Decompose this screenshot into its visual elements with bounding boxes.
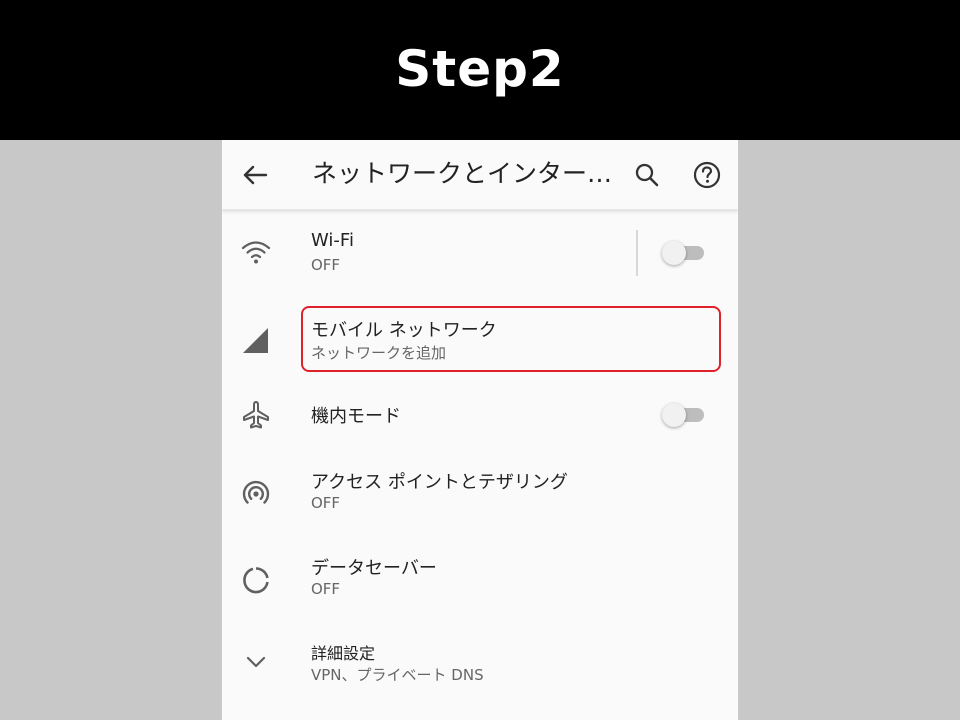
wifi-icon <box>241 241 271 264</box>
data-saver-label: データセーバー <box>311 558 437 579</box>
hotspot-row[interactable]: アクセス ポイントとテザリング OFF <box>222 462 738 528</box>
hotspot-status: OFF <box>311 494 341 512</box>
airplane-mode-row[interactable]: 機内モード <box>222 386 738 442</box>
cellular-signal-icon <box>243 328 268 353</box>
data-saver-icon <box>243 567 269 594</box>
hotspot-label: アクセス ポイントとテザリング <box>311 472 568 493</box>
wifi-divider <box>636 230 638 276</box>
wifi-row[interactable]: Wi-Fi OFF <box>222 220 738 286</box>
wifi-toggle-thumb <box>662 241 686 265</box>
wifi-toggle[interactable] <box>662 241 706 265</box>
help-icon[interactable] <box>692 160 722 190</box>
page-title: ネットワークとインター… <box>312 159 612 188</box>
airplane-toggle-thumb <box>662 403 686 427</box>
data-saver-row[interactable]: データセーバー OFF <box>222 548 738 614</box>
wifi-status: OFF <box>311 256 341 274</box>
app-bar: ネットワークとインター… <box>222 140 738 210</box>
chevron-down-icon <box>246 656 266 668</box>
advanced-label: 詳細設定 <box>311 644 376 663</box>
step-title: Step2 <box>395 40 565 98</box>
airplane-icon <box>243 401 269 429</box>
wifi-label: Wi-Fi <box>311 230 354 251</box>
search-icon[interactable] <box>632 160 662 190</box>
hotspot-icon <box>242 480 270 504</box>
advanced-sub: VPN、プライベート DNS <box>311 666 484 684</box>
data-saver-status: OFF <box>311 580 341 598</box>
advanced-row[interactable]: 詳細設定 VPN、プライベート DNS <box>222 634 738 700</box>
highlight-box <box>301 306 721 372</box>
back-arrow-icon[interactable] <box>240 160 270 190</box>
phone-screen: ネットワークとインター… Wi-Fi OFF モバイル ネットワーク ネットワー… <box>222 140 738 720</box>
airplane-mode-toggle[interactable] <box>662 403 706 427</box>
step-banner: Step2 <box>0 0 960 140</box>
airplane-mode-label: 機内モード <box>311 406 401 427</box>
